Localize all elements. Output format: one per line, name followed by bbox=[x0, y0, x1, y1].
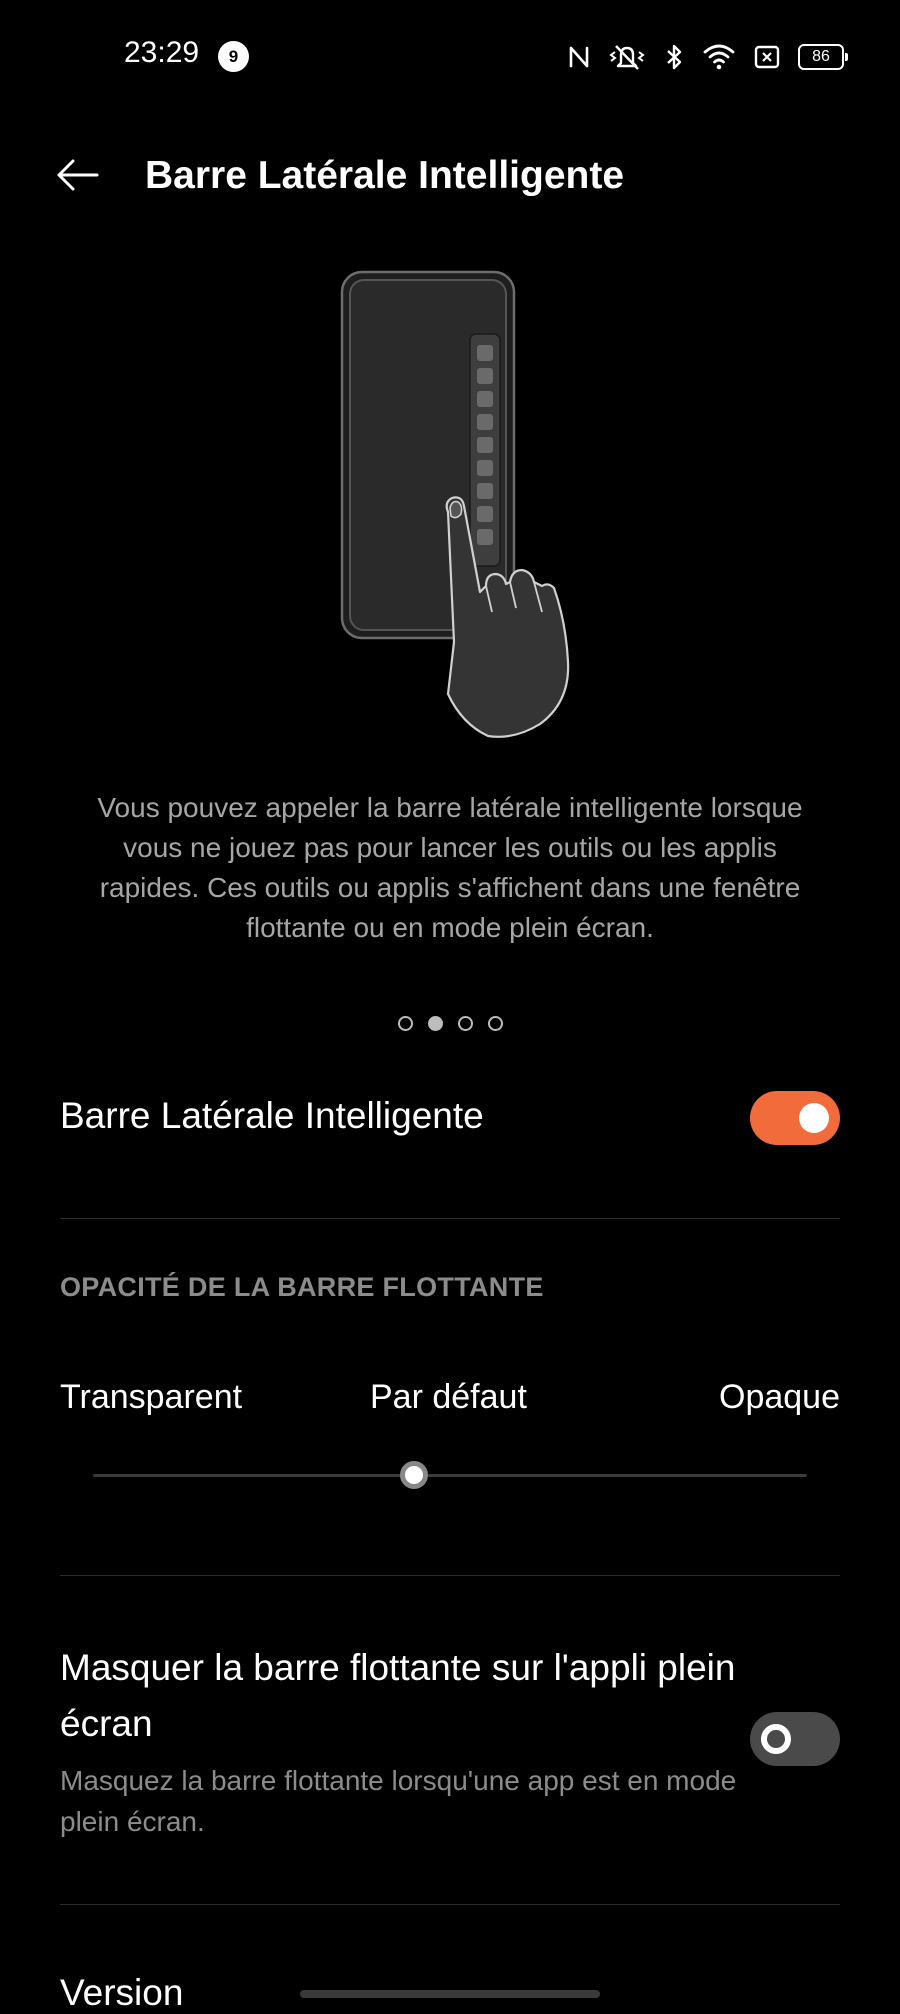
opacity-slider-thumb[interactable] bbox=[400, 1461, 429, 1489]
divider bbox=[60, 1575, 840, 1576]
divider bbox=[60, 1904, 840, 1905]
page-dot[interactable] bbox=[397, 1016, 413, 1031]
nfc-icon bbox=[568, 44, 590, 70]
feature-description: Vous pouvez appeler la barre latérale in… bbox=[97, 792, 803, 943]
illustration bbox=[330, 262, 610, 762]
hide-floating-bar-toggle[interactable] bbox=[750, 1712, 840, 1766]
opacity-label-transparent: Transparent bbox=[60, 1378, 243, 1416]
bluetooth-icon bbox=[664, 43, 684, 71]
hide-floating-bar-subtitle: Masquez la barre flottante lorsqu'une ap… bbox=[60, 1765, 737, 1837]
header: Barre Latérale Intelligente bbox=[0, 130, 900, 222]
phone-sidebar-hand-illustration bbox=[330, 270, 610, 766]
status-bar: 23:29 9 86 bbox=[0, 0, 900, 112]
status-icons: 86 bbox=[568, 40, 848, 74]
page-dot-active[interactable] bbox=[427, 1016, 443, 1031]
sim-none-icon bbox=[754, 45, 780, 69]
battery-icon: 86 bbox=[798, 44, 848, 70]
opacity-label-default: Par défaut bbox=[370, 1378, 527, 1416]
page-title: Barre Latérale Intelligente bbox=[145, 154, 625, 197]
smart-sidebar-label: Barre Latérale Intelligente bbox=[60, 1095, 484, 1136]
arrow-left-icon bbox=[55, 158, 99, 197]
opacity-section-header: OPACITÉ DE LA BARRE FLOTTANTE bbox=[60, 1272, 544, 1302]
gesture-nav-handle[interactable] bbox=[300, 1990, 600, 1998]
wifi-icon bbox=[702, 43, 736, 71]
page-dot[interactable] bbox=[487, 1016, 503, 1031]
status-time: 23:29 bbox=[124, 36, 200, 69]
hide-floating-bar-title: Masquer la barre flottante sur l'appli p… bbox=[60, 1647, 736, 1744]
opacity-label-opaque: Opaque bbox=[719, 1378, 840, 1416]
version-label[interactable]: Version bbox=[60, 1972, 183, 2014]
divider bbox=[60, 1218, 840, 1219]
opacity-slider-track[interactable] bbox=[93, 1461, 807, 1489]
back-button[interactable] bbox=[52, 152, 102, 202]
toggle-knob bbox=[761, 1724, 791, 1754]
notification-count-badge: 9 bbox=[218, 41, 249, 72]
toggle-knob bbox=[799, 1103, 829, 1133]
page-dot[interactable] bbox=[457, 1016, 473, 1031]
vibrate-mute-icon bbox=[608, 43, 646, 71]
carousel-page-indicator bbox=[0, 1016, 900, 1031]
smart-sidebar-toggle[interactable] bbox=[750, 1091, 840, 1145]
